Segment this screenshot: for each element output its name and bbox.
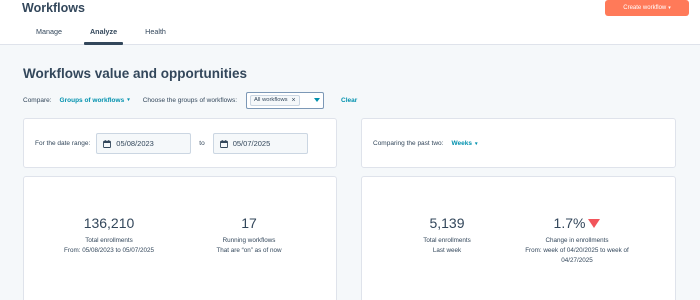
stat-value: 1.7% [553,215,586,231]
period-dropdown-value: Weeks [451,140,472,147]
tab-bar: Manage Analyze Health [22,24,180,45]
clear-button[interactable]: Clear [341,97,357,104]
running-workflows-stat: 17 Running workflows That are “on” as of… [164,215,334,256]
workflow-group-select[interactable]: All workflows × [246,91,325,109]
chevron-down-icon: ▾ [668,5,671,11]
stat-label: Change in enrollments [545,237,609,244]
stat-subtext: Last week [432,247,462,254]
close-icon[interactable]: × [292,97,296,104]
to-label: to [199,140,205,147]
date-range-card: For the date range: 05/08/2023 to 05/07/… [23,118,337,168]
end-date-value: 05/07/2025 [232,139,271,148]
enrollment-change-stat: 1.7% Change in enrollments From: week of… [512,215,642,266]
stat-value: 5,139 [429,215,465,231]
period-dropdown[interactable]: Weeks ▾ [451,140,477,147]
filter-bar: Compare: Groups of workflows ▾ Choose th… [23,91,357,109]
compare-dropdown-value: Groups of workflows [59,96,125,104]
start-date-input[interactable]: 05/08/2023 [96,133,192,154]
stat-label: Total enrollments [423,237,471,244]
top-bar: Workflows Create workflow ▾ Manage Analy… [0,0,700,45]
create-workflow-button[interactable]: Create workflow ▾ [605,0,689,16]
chevron-down-icon: ▾ [474,140,478,147]
page-title: Workflows value and opportunities [23,66,248,81]
chevron-down-icon: ▾ [127,97,130,103]
workflow-group-chip: All workflows × [250,94,300,106]
decrease-arrow-icon [588,218,601,228]
calendar-icon [219,139,228,148]
compare-label: Compare: [23,96,52,104]
tab-health[interactable]: Health [131,24,180,45]
date-range-row: For the date range: 05/08/2023 to 05/07/… [35,133,308,154]
workflow-group-chip-label: All workflows [254,97,288,103]
dropdown-arrow-icon[interactable] [314,98,321,102]
stat-subtext: That are “on” as of now [216,247,282,254]
stat-label: Running workflows [222,237,276,244]
comparison-label: Comparing the past two: [373,140,444,147]
tab-manage[interactable]: Manage [22,24,76,45]
start-date-value: 05/08/2023 [116,139,154,148]
tab-analyze[interactable]: Analyze [76,24,131,45]
choose-groups-label: Choose the groups of workflows: [142,96,238,104]
compare-dropdown[interactable]: Groups of workflows ▾ [60,97,130,104]
stat-value-row: 1.7% [512,215,642,231]
stat-subtext: From: week of 04/20/2025 to week of 04/2… [525,247,629,264]
stat-value: 17 [241,215,257,231]
period-enrollments-stat: 5,139 Total enrollments Last week [362,215,532,256]
app-title: Workflows [22,1,85,15]
calendar-icon [103,139,112,148]
end-date-input[interactable]: 05/07/2025 [212,133,308,154]
period-stats-card: 5,139 Total enrollments Last week 1.7% C… [361,176,676,300]
range-stats-card: 136,210 Total enrollments From: 05/08/20… [23,176,337,300]
comparison-card: Comparing the past two: Weeks ▾ [361,118,676,168]
comparison-row: Comparing the past two: Weeks ▾ [373,133,477,154]
date-range-label: For the date range: [35,140,91,147]
create-workflow-label: Create workflow [623,5,667,11]
